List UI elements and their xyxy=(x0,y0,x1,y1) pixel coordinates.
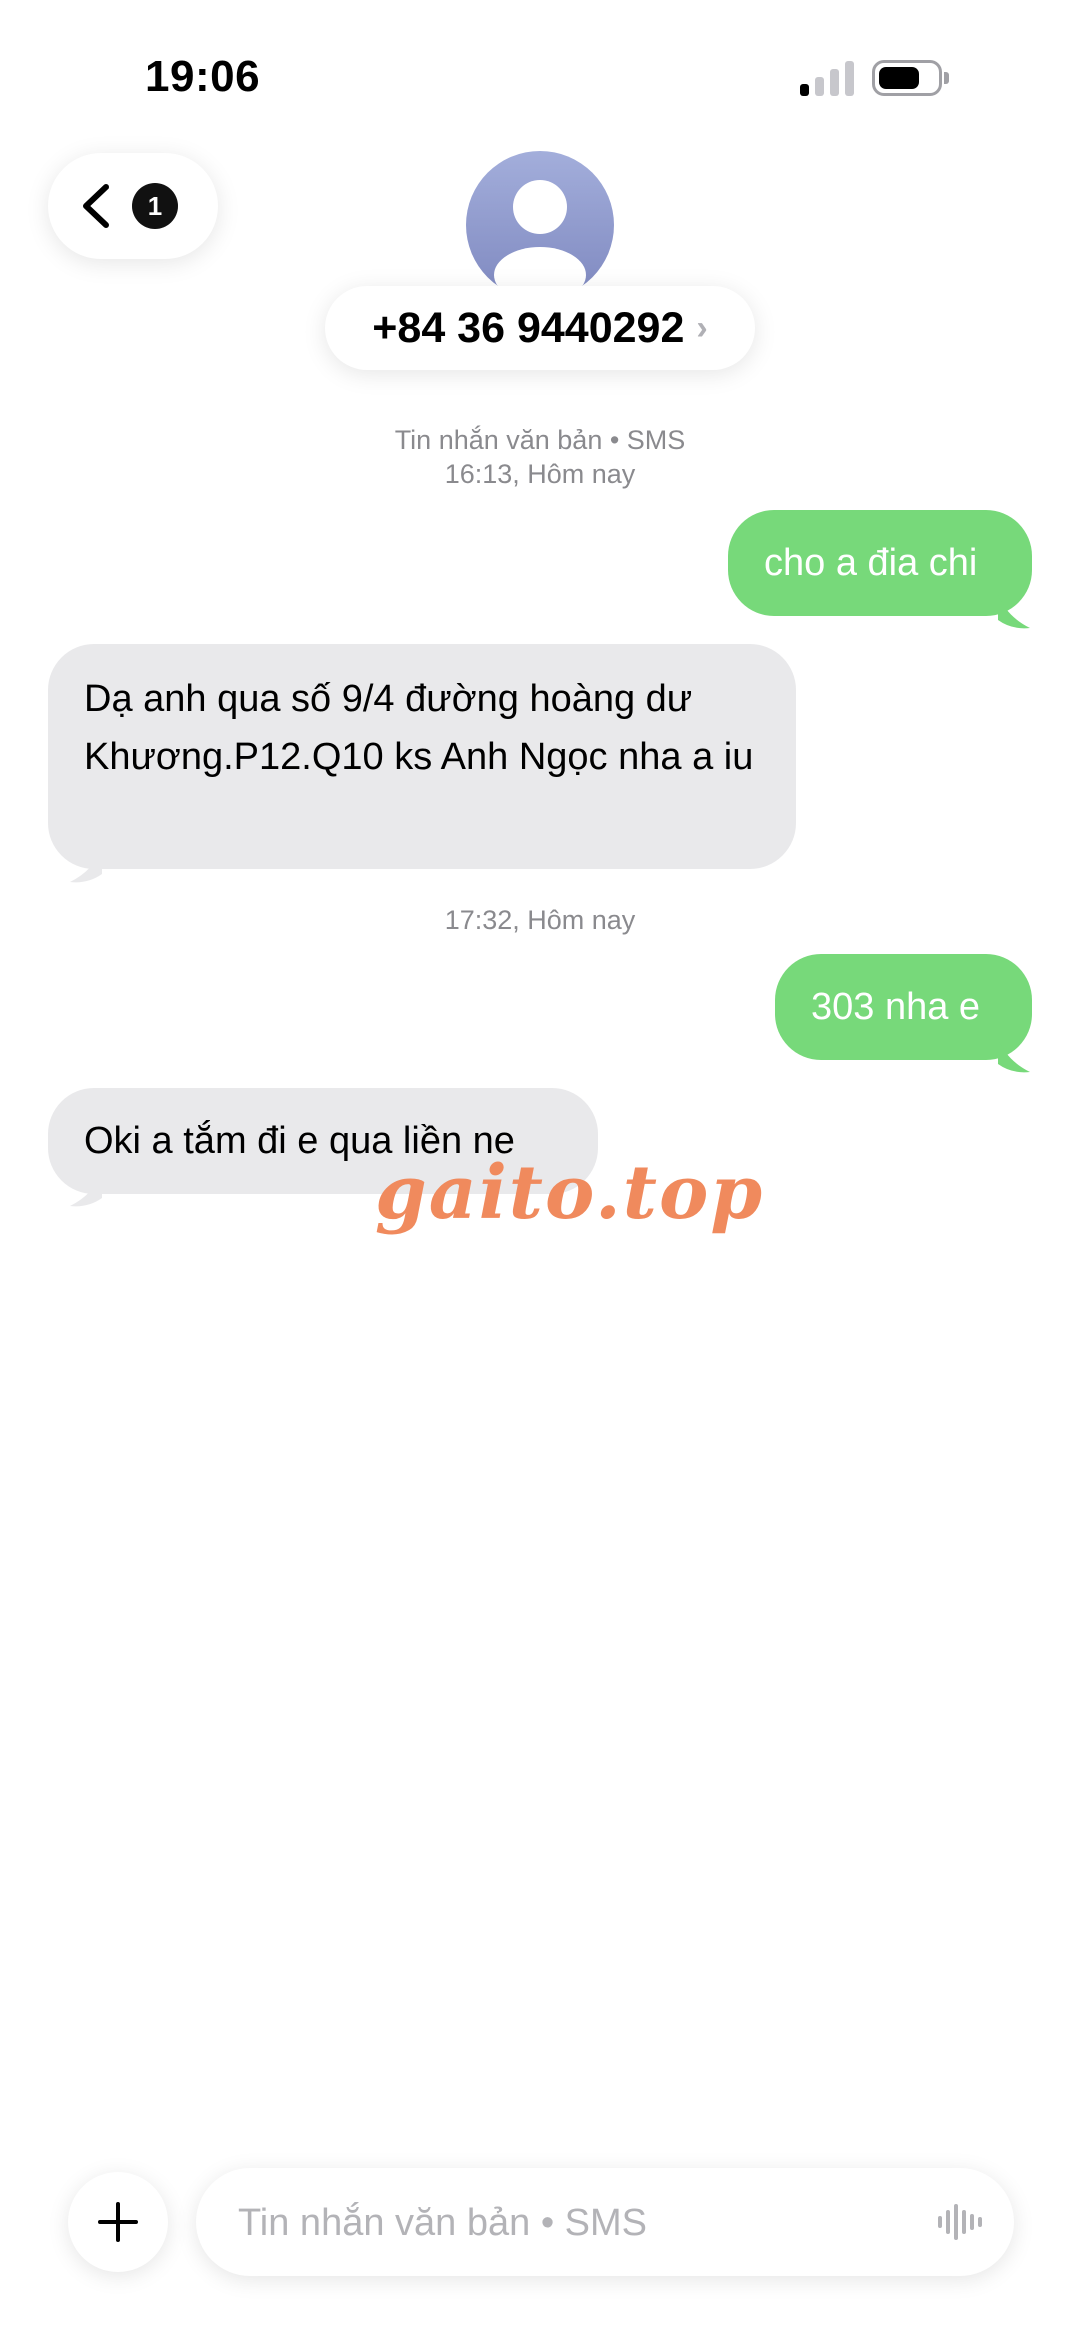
incoming-message-bubble[interactable]: Dạ anh qua số 9/4 đường hoàng dư Khương.… xyxy=(48,644,796,869)
outgoing-message-bubble[interactable]: 303 nha e xyxy=(775,954,1032,1060)
battery-cap xyxy=(944,72,949,84)
outgoing-message-bubble[interactable]: cho a đia chi xyxy=(728,510,1032,616)
timestamp: 17:32, Hôm nay xyxy=(444,905,636,935)
chevron-right-icon: › xyxy=(696,308,708,347)
person-avatar-icon xyxy=(494,180,586,299)
bubble-tail xyxy=(998,594,1030,629)
bubble-tail xyxy=(998,1038,1030,1073)
contact-name-pill[interactable]: +84 36 9440292 › xyxy=(325,286,755,370)
bubble-tail xyxy=(70,1172,102,1207)
back-button[interactable]: 1 xyxy=(48,153,218,259)
thread-service-label: Tin nhắn văn bản • SMS xyxy=(394,425,686,455)
add-attachment-button[interactable] xyxy=(68,2172,168,2272)
bubble-tail xyxy=(70,848,102,883)
cellular-signal-icon xyxy=(800,60,856,96)
timestamp: 16:13, Hôm nay xyxy=(444,459,636,489)
unread-count-badge: 1 xyxy=(132,183,178,229)
message-text: 303 nha e xyxy=(811,986,981,1028)
watermark: gaito.top xyxy=(375,1150,765,1236)
message-input[interactable] xyxy=(236,2168,900,2278)
plus-icon xyxy=(98,2202,138,2242)
message-input-container[interactable] xyxy=(196,2168,1014,2278)
chevron-left-icon xyxy=(83,184,109,228)
audio-waveform-icon[interactable] xyxy=(936,2202,984,2242)
message-text: cho a đia chi xyxy=(764,542,978,584)
message-text: Dạ anh qua số 9/4 đường hoàng dư Khương.… xyxy=(84,678,754,778)
status-time: 19:06 xyxy=(145,52,261,101)
battery-icon xyxy=(872,60,942,96)
contact-name: +84 36 9440292 xyxy=(372,303,685,352)
contact-avatar[interactable] xyxy=(466,151,614,299)
